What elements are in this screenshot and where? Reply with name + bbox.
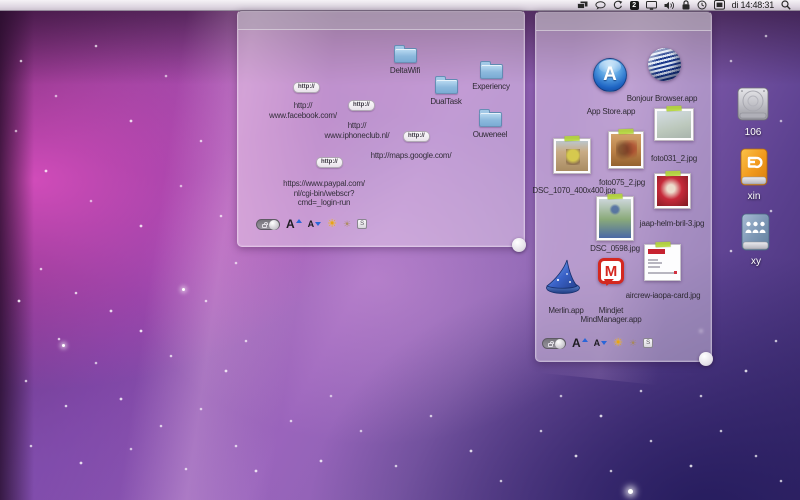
panel-toolbar: A A ☀ ☀ S [542, 336, 653, 350]
toggle-lock-icon [262, 224, 267, 228]
tape-icon [666, 106, 681, 112]
mindmanager-label-line1: Mindjet [599, 306, 623, 315]
folder-item-ouweneel[interactable]: Ouweneel [458, 108, 522, 139]
toggle-knob [555, 339, 565, 349]
panel-resize-handle[interactable] [512, 238, 526, 252]
bright-star [62, 344, 65, 347]
photo-foto075[interactable] [608, 131, 644, 169]
photo-jaap-helm[interactable] [654, 173, 691, 209]
drive-label-106: 106 [721, 127, 785, 138]
app-store-label: App Store.app [587, 107, 636, 116]
panel-toolbar: A A ☀ ☀ S [256, 217, 367, 231]
photo-aircrew-card[interactable] [644, 244, 681, 281]
tape-icon [655, 242, 670, 248]
mindmanager-app-icon[interactable]: M [598, 258, 624, 284]
font-increase-button[interactable]: A [572, 336, 588, 350]
volume-icon[interactable] [664, 1, 675, 10]
url-clipping-icon[interactable]: http:// [293, 82, 320, 93]
lock-toggle[interactable] [542, 338, 566, 349]
toggle-lock-icon [548, 343, 553, 347]
photo-label: foto031_2.jpg [651, 154, 697, 163]
ichat-icon[interactable] [595, 1, 606, 10]
photo-label: aircrew-iaopa-card.jpg [626, 291, 701, 300]
font-increase-button[interactable]: A [286, 217, 302, 231]
up-triangle-icon [296, 219, 302, 223]
tape-icon [618, 129, 633, 135]
drive-icon-xy[interactable] [740, 212, 771, 257]
drive-icon-106[interactable] [736, 85, 770, 128]
merlin-app-icon[interactable] [544, 259, 582, 300]
displays-icon[interactable] [646, 1, 657, 10]
photo-label: foto075_2.jpg [599, 178, 645, 187]
link-paypal[interactable]: https://www.paypal.com/ nl/cgi-bin/websc… [264, 179, 384, 208]
bonjour-browser-label: Bonjour Browser.app [627, 94, 697, 103]
tape-icon [607, 194, 622, 200]
merlin-app-label: Merlin.app [548, 306, 583, 315]
down-triangle-icon [315, 222, 321, 226]
link-iphoneclub[interactable]: http:// www.iphoneclub.nl/ [297, 121, 417, 140]
drive-label-xin: xin [722, 191, 786, 202]
snippet-badge-icon[interactable]: S [643, 338, 653, 348]
files-panel-header[interactable] [536, 12, 711, 31]
folder-label: DeltaWifi [373, 66, 437, 75]
drive-icon-xin[interactable] [738, 147, 770, 192]
font-decrease-button[interactable]: A [308, 219, 322, 229]
lock-toggle[interactable] [256, 219, 280, 230]
desktop: 2 di 14:48:31 DeltaWifi Experiency [0, 0, 800, 500]
brightness-down-icon[interactable]: ☀ [343, 220, 351, 229]
menu-bar-clock[interactable]: di 14:48:31 [732, 0, 774, 10]
sync-icon[interactable] [613, 0, 623, 10]
folder-item-deltawifi[interactable]: DeltaWifi [373, 44, 437, 75]
up-triangle-icon [582, 338, 588, 342]
tape-icon [564, 136, 579, 142]
mindmanager-label-line2: MindManager.app [580, 315, 641, 324]
snippet-badge-icon[interactable]: S [357, 219, 367, 229]
photo-foto031[interactable] [654, 108, 694, 141]
folder-icon [394, 48, 417, 63]
photo-label: jaap-helm-bril-3.jpg [640, 219, 704, 228]
brightness-down-icon[interactable]: ☀ [629, 339, 637, 348]
brightness-up-icon[interactable]: ☀ [327, 219, 337, 230]
folder-label: DualTask [414, 97, 478, 106]
input-menu-icon[interactable] [714, 0, 725, 10]
lock-icon[interactable] [682, 0, 690, 10]
drive-label-xy: xy [724, 256, 788, 267]
folder-label: Ouweneel [458, 130, 522, 139]
folder-item-dualtask[interactable]: DualTask [414, 75, 478, 106]
panel-resize-handle[interactable] [699, 352, 713, 366]
spaces-windows-icon[interactable] [577, 1, 588, 10]
photo-label: DSC_1070_400x400.jpg [532, 186, 615, 195]
links-shelf-panel[interactable]: DeltaWifi Experiency DualTask Ouweneel h… [237, 10, 525, 247]
folder-icon [480, 64, 503, 79]
toggle-knob [269, 220, 279, 230]
keyboard-layout-badge[interactable]: 2 [630, 1, 639, 10]
photo-label: DSC_0598.jpg [590, 244, 640, 253]
photo-dsc-1070[interactable] [553, 138, 591, 174]
link-facebook[interactable]: http:// www.facebook.com/ [243, 101, 363, 120]
files-shelf-panel[interactable]: A App Store.app Bonjour Browser.app DSC_… [535, 11, 712, 362]
bright-star [628, 489, 633, 494]
bonjour-browser-icon[interactable] [648, 48, 681, 81]
spotlight-icon[interactable] [781, 0, 791, 10]
font-decrease-button[interactable]: A [594, 338, 608, 348]
folder-icon [479, 112, 502, 127]
tape-icon [665, 171, 680, 177]
url-clipping-icon[interactable]: http:// [316, 157, 343, 168]
brightness-up-icon[interactable]: ☀ [613, 338, 623, 349]
link-google-maps[interactable]: http://maps.google.com/ [351, 151, 471, 161]
time-machine-icon[interactable] [697, 0, 707, 10]
app-store-icon[interactable]: A [593, 58, 627, 92]
links-panel-header[interactable] [238, 11, 524, 30]
photo-dsc-0598[interactable] [596, 196, 634, 241]
folder-icon [435, 79, 458, 94]
bright-star [182, 288, 185, 291]
down-triangle-icon [601, 341, 607, 345]
